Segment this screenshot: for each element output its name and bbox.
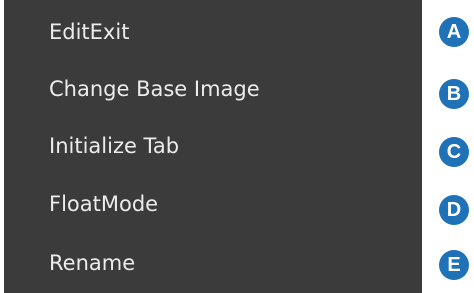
menu-item-initialize-tab[interactable]: Initialize Tab [49,119,409,173]
annotated-menu-screenshot: EditExit Change Base Image Initialize Ta… [0,0,474,293]
callout-badge-b: B [439,79,469,109]
callout-badge-d: D [439,195,469,225]
callout-badge-a: A [439,17,469,47]
callout-badge-c: C [439,137,469,167]
menu-item-rename[interactable]: Rename [49,236,409,290]
menu-item-change-base-image[interactable]: Change Base Image [49,62,409,116]
context-menu: EditExit Change Base Image Initialize Ta… [4,0,422,293]
callout-badge-e: E [439,250,469,280]
menu-item-edit-exit[interactable]: EditExit [49,5,409,59]
menu-item-float-mode[interactable]: FloatMode [49,177,409,231]
